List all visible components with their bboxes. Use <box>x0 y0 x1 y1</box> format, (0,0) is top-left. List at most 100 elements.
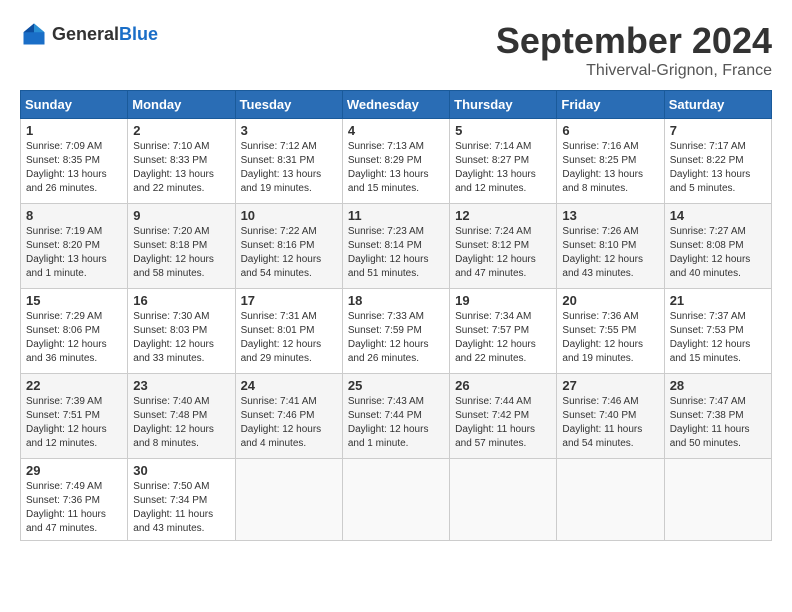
logo-text: GeneralBlue <box>52 24 158 45</box>
calendar-day-28: 28 Sunrise: 7:47 AMSunset: 7:38 PMDayligh… <box>664 374 771 459</box>
day-number: 16 <box>133 293 229 308</box>
calendar-day-27: 27 Sunrise: 7:46 AMSunset: 7:40 PMDayligh… <box>557 374 664 459</box>
day-number: 23 <box>133 378 229 393</box>
day-number: 21 <box>670 293 766 308</box>
day-number: 18 <box>348 293 444 308</box>
calendar-day-3: 3 Sunrise: 7:12 AMSunset: 8:31 PMDaylight… <box>235 119 342 204</box>
calendar-week-4: 22Sunrise: 7:39 AMSunset: 7:51 PMDayligh… <box>21 374 772 459</box>
day-info: Sunrise: 7:47 AMSunset: 7:38 PMDaylight:… <box>670 395 766 451</box>
col-thursday: Thursday <box>450 91 557 119</box>
calendar-day-6: 6 Sunrise: 7:16 AMSunset: 8:25 PMDaylight… <box>557 119 664 204</box>
calendar-day-empty <box>235 459 342 541</box>
calendar-day-16: 16 Sunrise: 7:30 AMSunset: 8:03 PMDayligh… <box>128 289 235 374</box>
day-info: Sunrise: 7:24 AMSunset: 8:12 PMDaylight:… <box>455 225 551 281</box>
logo-icon <box>20 20 48 48</box>
col-wednesday: Wednesday <box>342 91 449 119</box>
day-number: 12 <box>455 208 551 223</box>
calendar-header-row: Sunday Monday Tuesday Wednesday Thursday… <box>21 91 772 119</box>
calendar-table: Sunday Monday Tuesday Wednesday Thursday… <box>20 90 772 541</box>
day-info: Sunrise: 7:43 AMSunset: 7:44 PMDaylight:… <box>348 395 444 451</box>
col-sunday: Sunday <box>21 91 128 119</box>
calendar-day-25: 25 Sunrise: 7:43 AMSunset: 7:44 PMDayligh… <box>342 374 449 459</box>
day-number: 28 <box>670 378 766 393</box>
calendar-day-11: 11 Sunrise: 7:23 AMSunset: 8:14 PMDayligh… <box>342 204 449 289</box>
day-info: Sunrise: 7:10 AMSunset: 8:33 PMDaylight:… <box>133 140 229 196</box>
day-number: 27 <box>562 378 658 393</box>
day-info: Sunrise: 7:29 AMSunset: 8:06 PMDaylight:… <box>26 310 122 366</box>
calendar-day-empty <box>664 459 771 541</box>
day-info: Sunrise: 7:22 AMSunset: 8:16 PMDaylight:… <box>241 225 337 281</box>
day-number: 17 <box>241 293 337 308</box>
page-header: GeneralBlue September 2024 Thiverval-Gri… <box>20 20 772 80</box>
calendar-day-15: 15 Sunrise: 7:29 AMSunset: 8:06 PMDayligh… <box>21 289 128 374</box>
day-number: 14 <box>670 208 766 223</box>
calendar-day-19: 19Sunrise: 7:34 AMSunset: 7:57 PMDayligh… <box>450 289 557 374</box>
calendar-day-1: 1 Sunrise: 7:09 AMSunset: 8:35 PMDaylight… <box>21 119 128 204</box>
day-number: 7 <box>670 123 766 138</box>
logo-general: General <box>52 24 119 44</box>
day-info: Sunrise: 7:09 AMSunset: 8:35 PMDaylight:… <box>26 140 122 196</box>
day-number: 6 <box>562 123 658 138</box>
day-info: Sunrise: 7:40 AMSunset: 7:48 PMDaylight:… <box>133 395 229 451</box>
calendar-day-24: 24 Sunrise: 7:41 AMSunset: 7:46 PMDayligh… <box>235 374 342 459</box>
day-number: 19 <box>455 293 551 308</box>
day-info: Sunrise: 7:26 AMSunset: 8:10 PMDaylight:… <box>562 225 658 281</box>
calendar-day-30: 30 Sunrise: 7:50 AMSunset: 7:34 PMDayligh… <box>128 459 235 541</box>
day-number: 22 <box>26 378 122 393</box>
day-info: Sunrise: 7:44 AMSunset: 7:42 PMDaylight:… <box>455 395 551 451</box>
day-number: 29 <box>26 463 122 478</box>
day-info: Sunrise: 7:16 AMSunset: 8:25 PMDaylight:… <box>562 140 658 196</box>
day-info: Sunrise: 7:50 AMSunset: 7:34 PMDaylight:… <box>133 480 229 536</box>
month-year-title: September 2024 <box>496 20 772 62</box>
calendar-day-14: 14Sunrise: 7:27 AMSunset: 8:08 PMDayligh… <box>664 204 771 289</box>
calendar-week-3: 15 Sunrise: 7:29 AMSunset: 8:06 PMDayligh… <box>21 289 772 374</box>
day-info: Sunrise: 7:30 AMSunset: 8:03 PMDaylight:… <box>133 310 229 366</box>
day-number: 10 <box>241 208 337 223</box>
day-number: 26 <box>455 378 551 393</box>
day-number: 15 <box>26 293 122 308</box>
day-number: 2 <box>133 123 229 138</box>
day-number: 11 <box>348 208 444 223</box>
day-info: Sunrise: 7:13 AMSunset: 8:29 PMDaylight:… <box>348 140 444 196</box>
calendar-day-29: 29 Sunrise: 7:49 AMSunset: 7:36 PMDayligh… <box>21 459 128 541</box>
calendar-day-12: 12 Sunrise: 7:24 AMSunset: 8:12 PMDayligh… <box>450 204 557 289</box>
location-subtitle: Thiverval-Grignon, France <box>496 62 772 80</box>
title-block: September 2024 Thiverval-Grignon, France <box>496 20 772 80</box>
col-saturday: Saturday <box>664 91 771 119</box>
day-number: 1 <box>26 123 122 138</box>
calendar-week-5: 29 Sunrise: 7:49 AMSunset: 7:36 PMDayligh… <box>21 459 772 541</box>
calendar-day-23: 23 Sunrise: 7:40 AMSunset: 7:48 PMDayligh… <box>128 374 235 459</box>
calendar-day-empty <box>342 459 449 541</box>
col-friday: Friday <box>557 91 664 119</box>
day-info: Sunrise: 7:37 AMSunset: 7:53 PMDaylight:… <box>670 310 766 366</box>
calendar-day-17: 17 Sunrise: 7:31 AMSunset: 8:01 PMDayligh… <box>235 289 342 374</box>
calendar-day-5: 5 Sunrise: 7:14 AMSunset: 8:27 PMDaylight… <box>450 119 557 204</box>
calendar-week-2: 8Sunrise: 7:19 AMSunset: 8:20 PMDaylight… <box>21 204 772 289</box>
day-number: 25 <box>348 378 444 393</box>
calendar-day-9: 9Sunrise: 7:20 AMSunset: 8:18 PMDaylight… <box>128 204 235 289</box>
logo-blue: Blue <box>119 24 158 44</box>
day-info: Sunrise: 7:49 AMSunset: 7:36 PMDaylight:… <box>26 480 122 536</box>
day-number: 9 <box>133 208 229 223</box>
day-number: 30 <box>133 463 229 478</box>
calendar-day-21: 21 Sunrise: 7:37 AMSunset: 7:53 PMDayligh… <box>664 289 771 374</box>
day-info: Sunrise: 7:36 AMSunset: 7:55 PMDaylight:… <box>562 310 658 366</box>
day-info: Sunrise: 7:41 AMSunset: 7:46 PMDaylight:… <box>241 395 337 451</box>
day-info: Sunrise: 7:14 AMSunset: 8:27 PMDaylight:… <box>455 140 551 196</box>
calendar-day-22: 22Sunrise: 7:39 AMSunset: 7:51 PMDayligh… <box>21 374 128 459</box>
day-number: 5 <box>455 123 551 138</box>
day-number: 20 <box>562 293 658 308</box>
calendar-day-26: 26 Sunrise: 7:44 AMSunset: 7:42 PMDayligh… <box>450 374 557 459</box>
calendar-day-8: 8Sunrise: 7:19 AMSunset: 8:20 PMDaylight… <box>21 204 128 289</box>
day-number: 24 <box>241 378 337 393</box>
day-info: Sunrise: 7:17 AMSunset: 8:22 PMDaylight:… <box>670 140 766 196</box>
day-info: Sunrise: 7:46 AMSunset: 7:40 PMDaylight:… <box>562 395 658 451</box>
day-info: Sunrise: 7:23 AMSunset: 8:14 PMDaylight:… <box>348 225 444 281</box>
day-info: Sunrise: 7:12 AMSunset: 8:31 PMDaylight:… <box>241 140 337 196</box>
day-number: 3 <box>241 123 337 138</box>
calendar-day-empty <box>450 459 557 541</box>
day-number: 13 <box>562 208 658 223</box>
calendar-day-2: 2 Sunrise: 7:10 AMSunset: 8:33 PMDaylight… <box>128 119 235 204</box>
day-info: Sunrise: 7:31 AMSunset: 8:01 PMDaylight:… <box>241 310 337 366</box>
logo: GeneralBlue <box>20 20 158 48</box>
